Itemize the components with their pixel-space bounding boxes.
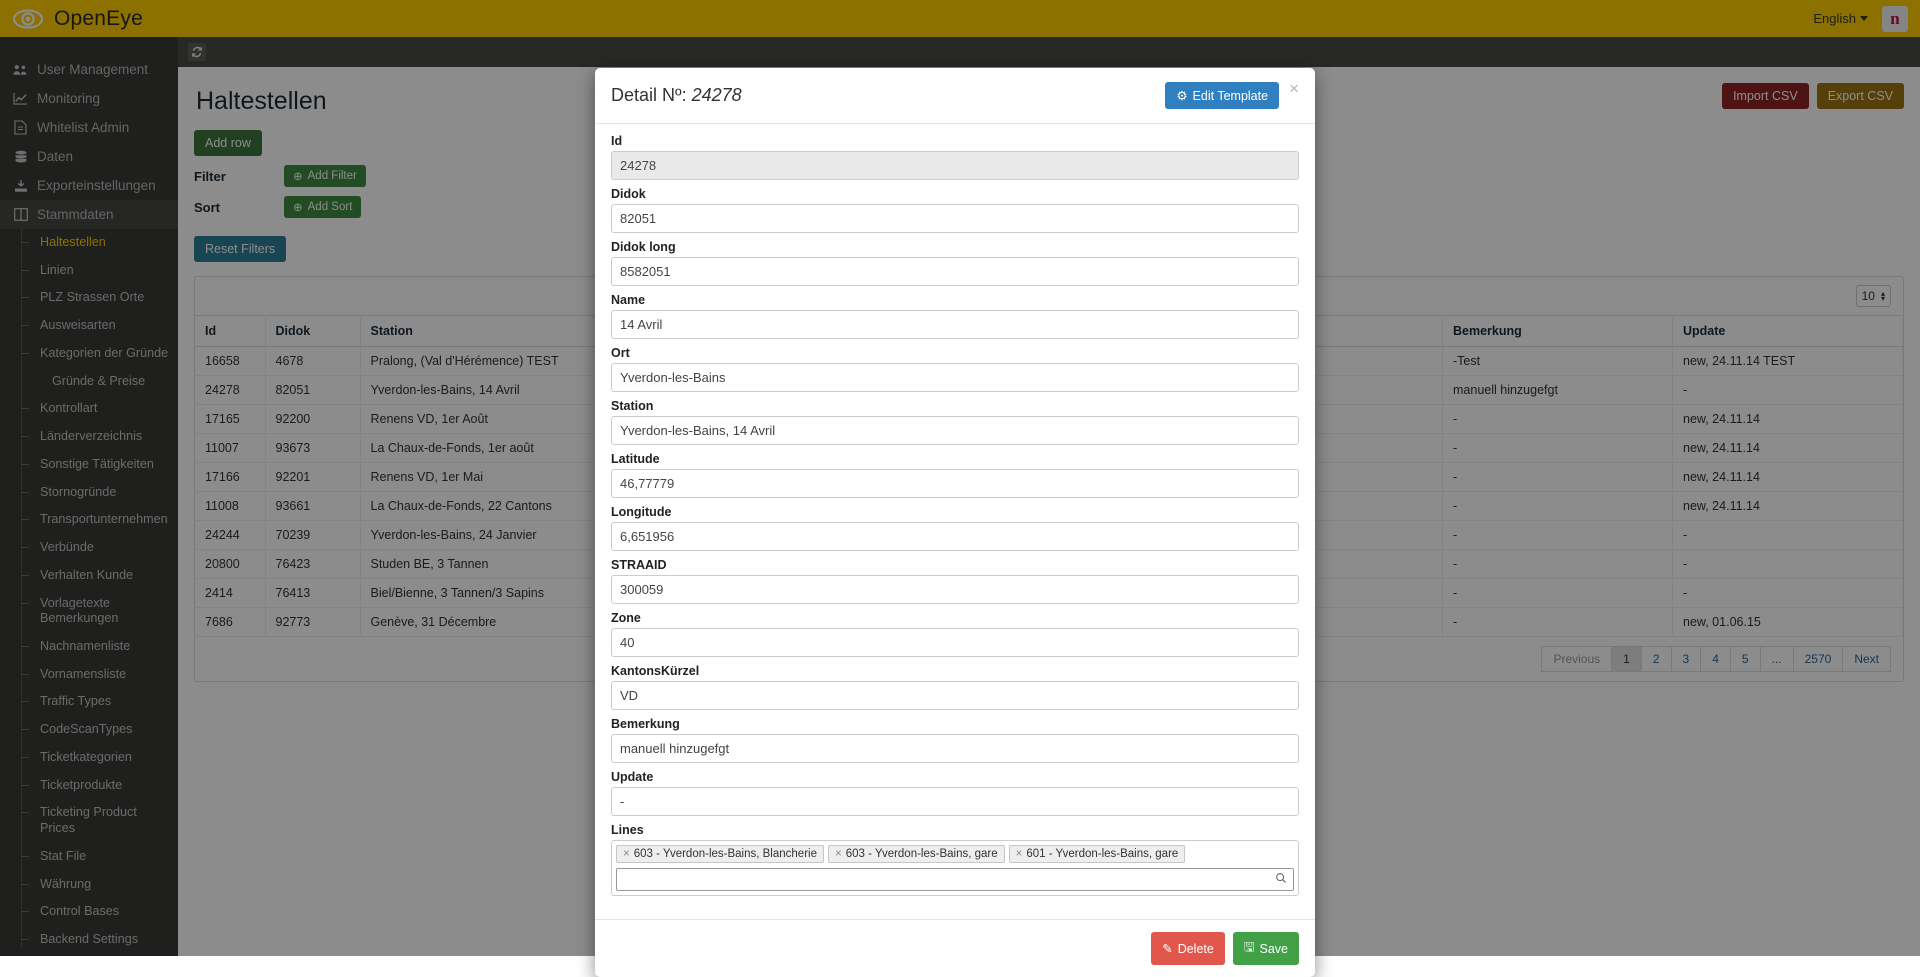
field-label-didok: Didok bbox=[611, 187, 1299, 201]
modal-title-prefix: Detail Nº: bbox=[611, 85, 687, 105]
close-icon[interactable]: × bbox=[623, 848, 630, 860]
save-label: Save bbox=[1260, 942, 1289, 956]
field-label-id: Id bbox=[611, 134, 1299, 148]
gear-icon: ⚙ bbox=[1176, 88, 1187, 103]
modal-fields: Id Didok Didok long Name Ort Station Latitude L… bbox=[611, 134, 1299, 816]
field-label-longitude: Longitude bbox=[611, 505, 1299, 519]
field-straaid: STRAAID bbox=[611, 558, 1299, 604]
lines-tag-box: × 603 - Yverdon-les-Bains, Blancherie × 603… bbox=[611, 840, 1299, 896]
edit-template-label: Edit Template bbox=[1193, 89, 1269, 103]
field-id: Id bbox=[611, 134, 1299, 180]
modal-footer: ✎ Delete 🖫 Save bbox=[595, 919, 1315, 977]
field-label-ort: Ort bbox=[611, 346, 1299, 360]
field-label-name: Name bbox=[611, 293, 1299, 307]
save-button[interactable]: 🖫 Save bbox=[1233, 932, 1299, 965]
field-label-straaid: STRAAID bbox=[611, 558, 1299, 572]
field-label-bemerkung: Bemerkung bbox=[611, 717, 1299, 731]
detail-modal: Detail Nº: 24278 ⚙ Edit Template × Id Did… bbox=[595, 68, 1315, 977]
close-icon[interactable]: × bbox=[835, 848, 842, 860]
line-tag-label: 603 - Yverdon-les-Bains, gare bbox=[846, 848, 998, 860]
lines-field: Lines × 603 - Yverdon-les-Bains, Blancher… bbox=[611, 823, 1299, 896]
field-input-didok-long[interactable] bbox=[611, 257, 1299, 286]
field-input-latitude[interactable] bbox=[611, 469, 1299, 498]
field-label-update: Update bbox=[611, 770, 1299, 784]
field-input-update[interactable] bbox=[611, 787, 1299, 816]
edit-template-button[interactable]: ⚙ Edit Template bbox=[1165, 82, 1279, 109]
field-bemerkung: Bemerkung bbox=[611, 717, 1299, 763]
field-input-id bbox=[611, 151, 1299, 180]
close-icon[interactable]: × bbox=[1289, 82, 1299, 96]
field-input-straaid[interactable] bbox=[611, 575, 1299, 604]
field-longitude: Longitude bbox=[611, 505, 1299, 551]
field-latitude: Latitude bbox=[611, 452, 1299, 498]
lines-label: Lines bbox=[611, 823, 1299, 837]
field-label-didok-long: Didok long bbox=[611, 240, 1299, 254]
field-input-ort[interactable] bbox=[611, 363, 1299, 392]
pencil-icon: ✎ bbox=[1162, 941, 1172, 956]
field-input-kantonsk-rzel[interactable] bbox=[611, 681, 1299, 710]
field-didok: Didok bbox=[611, 187, 1299, 233]
field-input-station[interactable] bbox=[611, 416, 1299, 445]
modal-title: Detail Nº: 24278 bbox=[611, 85, 742, 106]
field-station: Station bbox=[611, 399, 1299, 445]
delete-label: Delete bbox=[1178, 942, 1214, 956]
lines-search-input[interactable] bbox=[616, 868, 1294, 891]
field-label-zone: Zone bbox=[611, 611, 1299, 625]
delete-button[interactable]: ✎ Delete bbox=[1151, 932, 1225, 965]
field-label-kantonsk-rzel: KantonsKürzel bbox=[611, 664, 1299, 678]
field-didok-long: Didok long bbox=[611, 240, 1299, 286]
line-tag-label: 601 - Yverdon-les-Bains, gare bbox=[1026, 848, 1178, 860]
close-icon[interactable]: × bbox=[1016, 848, 1023, 860]
line-tag[interactable]: ×601 - Yverdon-les-Bains, gare bbox=[1009, 845, 1186, 863]
modal-header: Detail Nº: 24278 ⚙ Edit Template × bbox=[595, 68, 1315, 124]
lines-tag-list: × 603 - Yverdon-les-Bains, Blancherie × 603… bbox=[616, 845, 1294, 863]
modal-body: Id Didok Didok long Name Ort Station Latitude L… bbox=[595, 124, 1315, 919]
line-tag[interactable]: × 603 - Yverdon-les-Bains, gare bbox=[828, 845, 1005, 863]
line-tag[interactable]: × 603 - Yverdon-les-Bains, Blancherie bbox=[616, 845, 824, 863]
field-input-bemerkung[interactable] bbox=[611, 734, 1299, 763]
modal-header-actions: ⚙ Edit Template × bbox=[1165, 82, 1299, 109]
search-icon bbox=[1275, 871, 1287, 889]
field-name: Name bbox=[611, 293, 1299, 339]
line-tag-label: 603 - Yverdon-les-Bains, Blancherie bbox=[634, 848, 817, 860]
field-input-longitude[interactable] bbox=[611, 522, 1299, 551]
field-input-zone[interactable] bbox=[611, 628, 1299, 657]
field-input-name[interactable] bbox=[611, 310, 1299, 339]
field-label-latitude: Latitude bbox=[611, 452, 1299, 466]
modal-title-value: 24278 bbox=[692, 85, 742, 105]
field-update: Update bbox=[611, 770, 1299, 816]
field-input-didok[interactable] bbox=[611, 204, 1299, 233]
field-kantonsk-rzel: KantonsKürzel bbox=[611, 664, 1299, 710]
field-ort: Ort bbox=[611, 346, 1299, 392]
field-label-station: Station bbox=[611, 399, 1299, 413]
field-zone: Zone bbox=[611, 611, 1299, 657]
